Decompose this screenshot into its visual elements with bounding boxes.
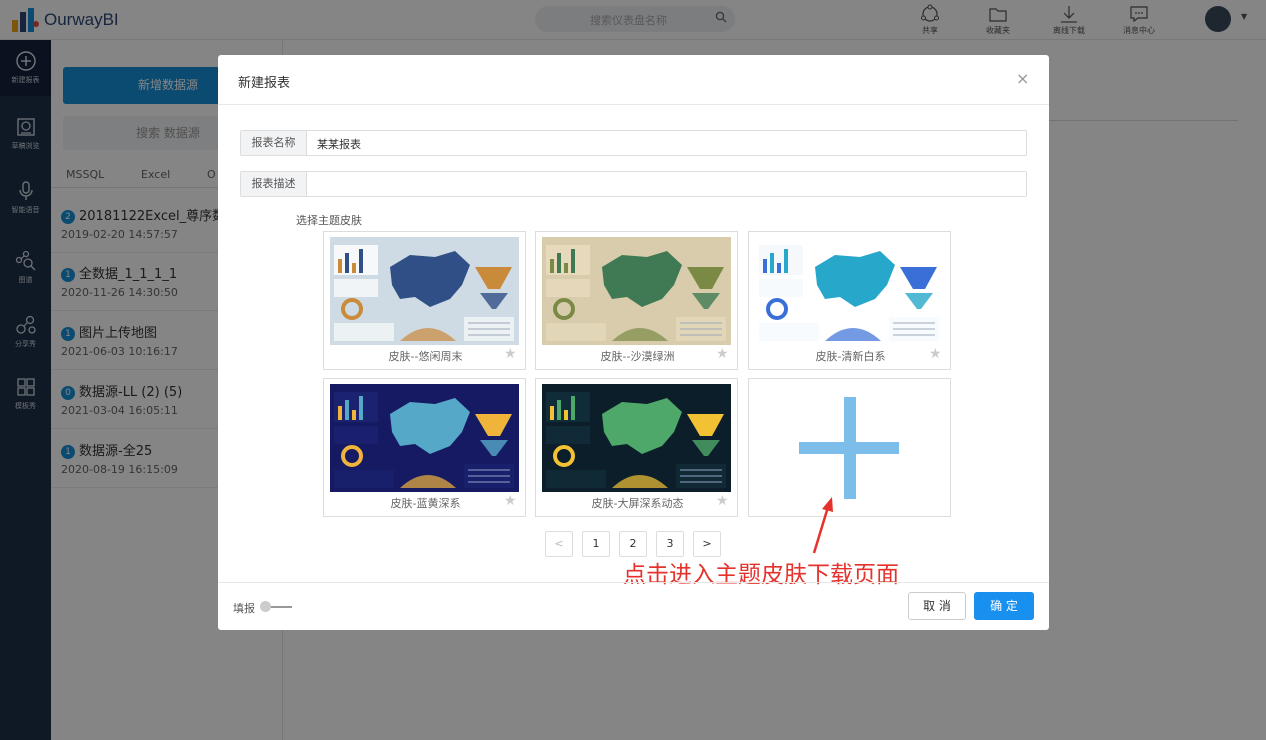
- cancel-button[interactable]: 取 消: [908, 592, 966, 620]
- skin-card[interactable]: 皮肤-蓝黄深系 ★: [323, 378, 526, 517]
- pager-page-1[interactable]: 1: [582, 531, 610, 557]
- skin-caption: 皮肤-大屏深系动态: [591, 497, 684, 510]
- report-desc-label: 报表描述: [241, 172, 307, 196]
- report-name-field[interactable]: 报表名称 某某报表: [240, 130, 1027, 156]
- confirm-button[interactable]: 确 定: [974, 592, 1034, 620]
- report-name-input[interactable]: 某某报表: [317, 136, 361, 152]
- star-icon[interactable]: ★: [929, 346, 942, 362]
- close-icon[interactable]: ×: [1016, 69, 1029, 88]
- skin-caption: 皮肤-清新白系: [815, 350, 886, 363]
- pager-prev-button[interactable]: <: [545, 531, 573, 557]
- dialog-title: 新建报表: [238, 76, 291, 91]
- fill-toggle[interactable]: [260, 601, 292, 612]
- skin-thumbnail: [755, 237, 944, 345]
- dialog-footer: 填报 取 消 确 定: [218, 582, 1049, 630]
- skin-thumbnail: [542, 384, 731, 492]
- skin-caption: 皮肤--沙漠绿洲: [600, 350, 675, 363]
- theme-section-label: 选择主题皮肤: [296, 214, 362, 227]
- pager-page-3[interactable]: 3: [656, 531, 684, 557]
- skin-card[interactable]: 皮肤--沙漠绿洲 ★: [535, 231, 738, 370]
- skin-card[interactable]: 皮肤-大屏深系动态 ★: [535, 378, 738, 517]
- skin-caption: 皮肤--悠闲周末: [388, 350, 463, 363]
- toggle-knob: [260, 601, 271, 612]
- report-name-label: 报表名称: [241, 131, 307, 155]
- skin-thumbnail: [330, 384, 519, 492]
- skin-card[interactable]: 皮肤--悠闲周末 ★: [323, 231, 526, 370]
- skin-caption: 皮肤-蓝黄深系: [390, 497, 461, 510]
- plus-icon-bar: [799, 442, 899, 454]
- star-icon[interactable]: ★: [504, 493, 517, 509]
- star-icon[interactable]: ★: [716, 346, 729, 362]
- report-desc-field[interactable]: 报表描述: [240, 171, 1027, 197]
- annotation-arrow-icon: [812, 497, 833, 554]
- pager-page-2[interactable]: 2: [619, 531, 647, 557]
- star-icon[interactable]: ★: [716, 493, 729, 509]
- skin-thumbnail: [542, 237, 731, 345]
- fill-toggle-label: 填报: [233, 602, 255, 615]
- dialog-header: 新建报表 ×: [218, 55, 1049, 105]
- new-report-dialog: 新建报表 × 报表名称 某某报表 报表描述 选择主题皮肤 皮肤--悠闲周末 ★ …: [218, 55, 1049, 630]
- add-skin-button[interactable]: [748, 378, 951, 517]
- skin-thumbnail: [330, 237, 519, 345]
- skin-card[interactable]: 皮肤-清新白系 ★: [748, 231, 951, 370]
- pager-next-button[interactable]: >: [693, 531, 721, 557]
- star-icon[interactable]: ★: [504, 346, 517, 362]
- toggle-track: [270, 606, 292, 608]
